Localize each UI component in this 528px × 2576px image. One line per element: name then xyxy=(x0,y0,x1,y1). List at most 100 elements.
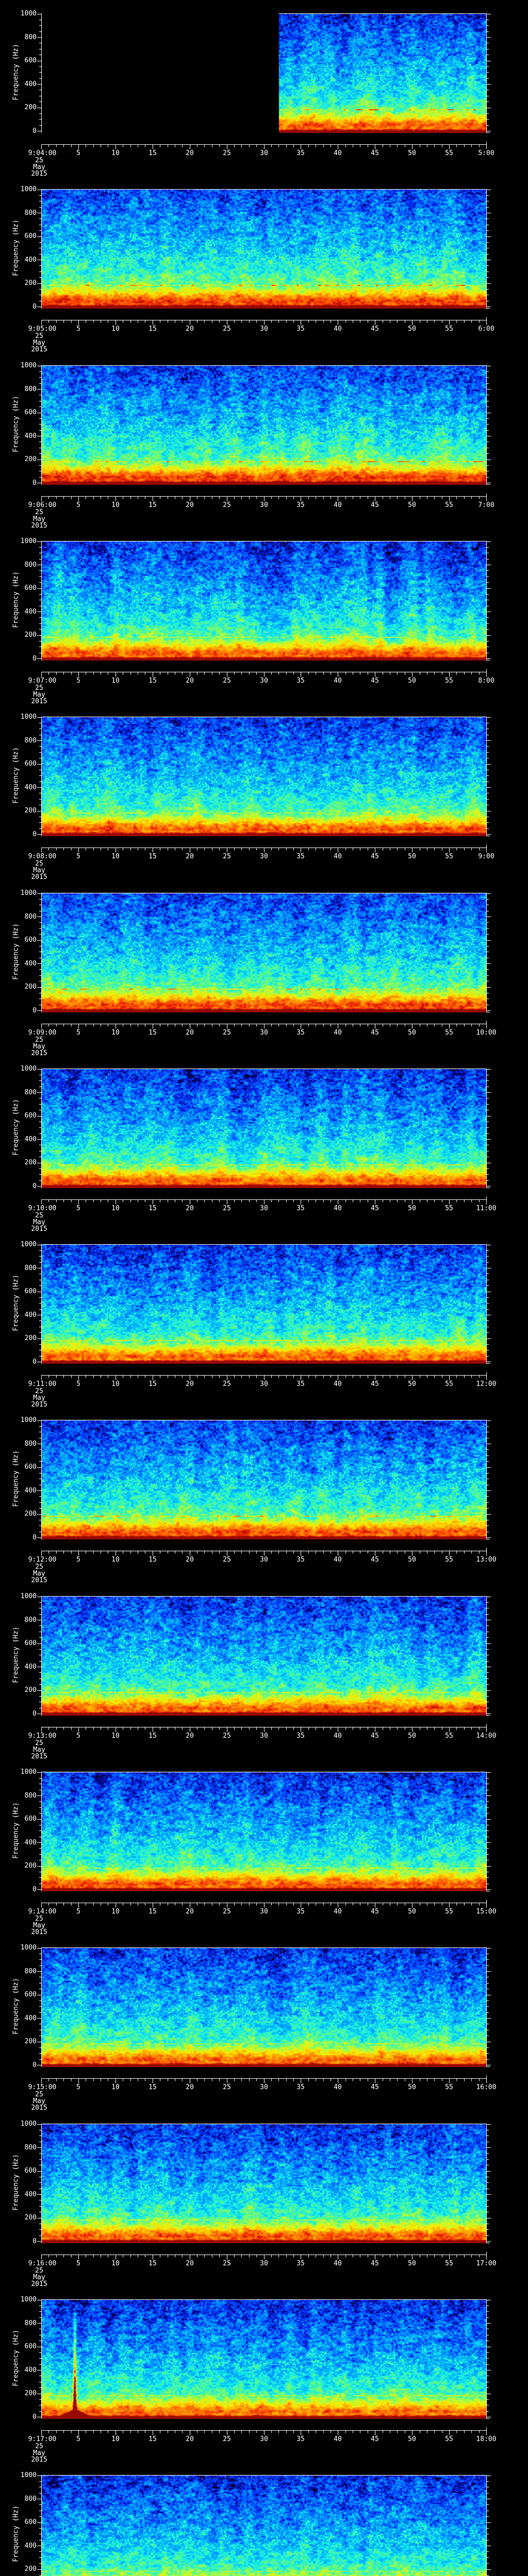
x-tick-label: 50 xyxy=(408,1380,416,1388)
y-tick-label: 400 xyxy=(24,1487,37,1495)
x-tick-label: 55 xyxy=(445,677,453,685)
y-tick-label: 600 xyxy=(24,1112,37,1120)
y-tick-label: 200 xyxy=(24,1334,37,1342)
y-tick-label: 1000 xyxy=(20,1944,37,1952)
x-tick-label: 5 xyxy=(76,1029,80,1037)
x-tick-label: 35 xyxy=(296,853,305,860)
x-tick-label: 45 xyxy=(371,2435,379,2443)
x-tick-label: 15 xyxy=(148,501,157,509)
x-tick-label: 50 xyxy=(408,501,416,509)
y-tick-label: 600 xyxy=(24,409,37,416)
x-tick-label: 10 xyxy=(111,501,120,509)
x-tick-label: 30 xyxy=(260,149,268,157)
y-tick-label: 0 xyxy=(32,1182,37,1190)
y-tick-label: 1000 xyxy=(20,537,37,545)
x-tick-label: 30 xyxy=(260,1732,268,1740)
y-axis-title: Frequency (Hz) xyxy=(12,219,20,276)
x-tick-label: 30 xyxy=(260,501,268,509)
y-tick-label: 400 xyxy=(24,432,37,440)
y-tick-label: 600 xyxy=(24,1815,37,1823)
y-tick-label: 1000 xyxy=(20,1416,37,1424)
y-tick-label: 1000 xyxy=(20,1768,37,1776)
y-tick-label: 400 xyxy=(24,1839,37,1846)
x-tick-label: 20 xyxy=(186,1908,194,1916)
x-tick-label: 15 xyxy=(148,1732,157,1740)
x-tick-label: 40 xyxy=(334,1556,342,1564)
x-tick-label: 25 xyxy=(223,2083,231,2091)
y-tick-label: 1000 xyxy=(20,713,37,721)
y-tick-label: 0 xyxy=(32,1358,37,1366)
x-end-label: 13:00 xyxy=(476,1556,497,1564)
y-tick-label: 600 xyxy=(24,1639,37,1647)
y-tick-label: 800 xyxy=(24,561,37,569)
x-tick-label: 35 xyxy=(296,1908,305,1916)
x-tick-label: 40 xyxy=(334,149,342,157)
y-tick-label: 800 xyxy=(24,1089,37,1096)
y-tick-label: 1000 xyxy=(20,1065,37,1073)
x-tick-label: 20 xyxy=(186,1732,194,1740)
x-tick-label: 40 xyxy=(334,1380,342,1388)
spectrogram-panel: Frequency (Hz) 0 200 400 600 800 1000 9:07:00 5… xyxy=(0,528,528,705)
x-tick-label: 25 xyxy=(223,1908,231,1916)
spectrogram-panel: Frequency (Hz) 0 200 400 600 800 1000 9:06:00 5… xyxy=(0,352,528,529)
x-tick-label: 20 xyxy=(186,149,194,157)
x-tick-label: 5 xyxy=(76,677,80,685)
x-start-label: 9:07:00 xyxy=(28,677,57,685)
x-tick-label: 10 xyxy=(111,2083,120,2091)
y-tick-label: 400 xyxy=(24,608,37,616)
x-tick-label: 15 xyxy=(148,149,157,157)
y-tick-label: 1000 xyxy=(20,10,37,18)
y-tick-label: 200 xyxy=(24,1159,37,1166)
y-tick-label: 800 xyxy=(24,209,37,217)
x-tick-label: 25 xyxy=(223,325,231,333)
y-tick-label: 0 xyxy=(32,479,37,487)
y-tick-label: 800 xyxy=(24,913,37,921)
spectrogram-panel: Frequency (Hz) 0 200 400 600 800 1000 9:17:00 5… xyxy=(0,2286,528,2463)
y-tick-label: 200 xyxy=(24,2038,37,2045)
x-tick-label: 15 xyxy=(148,677,157,685)
x-tick-label: 20 xyxy=(186,2435,194,2443)
x-start-label: 9:16:00 xyxy=(28,2260,57,2267)
x-tick-label: 45 xyxy=(371,2083,379,2091)
x-start-label: 9:05:00 xyxy=(28,325,57,333)
y-axis-title: Frequency (Hz) xyxy=(12,1626,20,1683)
x-tick-label: 20 xyxy=(186,1380,194,1388)
x-tick-label: 55 xyxy=(445,1908,453,1916)
y-tick-label: 0 xyxy=(32,1007,37,1014)
x-tick-label: 25 xyxy=(223,149,231,157)
x-tick-label: 5 xyxy=(76,1908,80,1916)
x-end-label: 12:00 xyxy=(476,1380,497,1388)
x-tick-label: 35 xyxy=(296,501,305,509)
y-tick-label: 400 xyxy=(24,2366,37,2374)
y-tick-label: 200 xyxy=(24,1686,37,1694)
x-tick-label: 45 xyxy=(371,1380,379,1388)
spectrogram-image xyxy=(41,717,486,836)
spectrogram-panel: Frequency (Hz) 0 200 400 600 800 1000 9:14:00 5… xyxy=(0,1758,528,1936)
x-tick-label: 45 xyxy=(371,1908,379,1916)
x-start-label: 9:08:00 xyxy=(28,853,57,860)
y-tick-label: 1000 xyxy=(20,889,37,897)
y-tick-label: 0 xyxy=(32,2238,37,2245)
x-tick-label: 20 xyxy=(186,677,194,685)
x-tick-label: 40 xyxy=(334,853,342,860)
x-tick-label: 55 xyxy=(445,1732,453,1740)
x-tick-label: 35 xyxy=(296,1732,305,1740)
x-start-label: 9:04:00 xyxy=(28,149,57,157)
x-tick-label: 55 xyxy=(445,1556,453,1564)
x-tick-label: 50 xyxy=(408,2435,416,2443)
x-end-label: 10:00 xyxy=(476,1029,497,1037)
x-tick-label: 30 xyxy=(260,1380,268,1388)
x-tick-label: 25 xyxy=(223,1029,231,1037)
x-tick-label: 55 xyxy=(445,1029,453,1037)
y-tick-label: 0 xyxy=(32,1710,37,1718)
y-tick-label: 800 xyxy=(24,1792,37,1800)
spectrogram-panel: Frequency (Hz) 020040060080010009:18:005… xyxy=(0,2462,528,2576)
y-tick-label: 800 xyxy=(24,2144,37,2151)
x-tick-label: 15 xyxy=(148,1908,157,1916)
x-tick-label: 45 xyxy=(371,149,379,157)
x-tick-label: 40 xyxy=(334,1908,342,1916)
y-tick-label: 400 xyxy=(24,1663,37,1671)
spectrogram-image xyxy=(41,1596,486,1716)
x-tick-label: 40 xyxy=(334,501,342,509)
x-tick-label: 30 xyxy=(260,325,268,333)
